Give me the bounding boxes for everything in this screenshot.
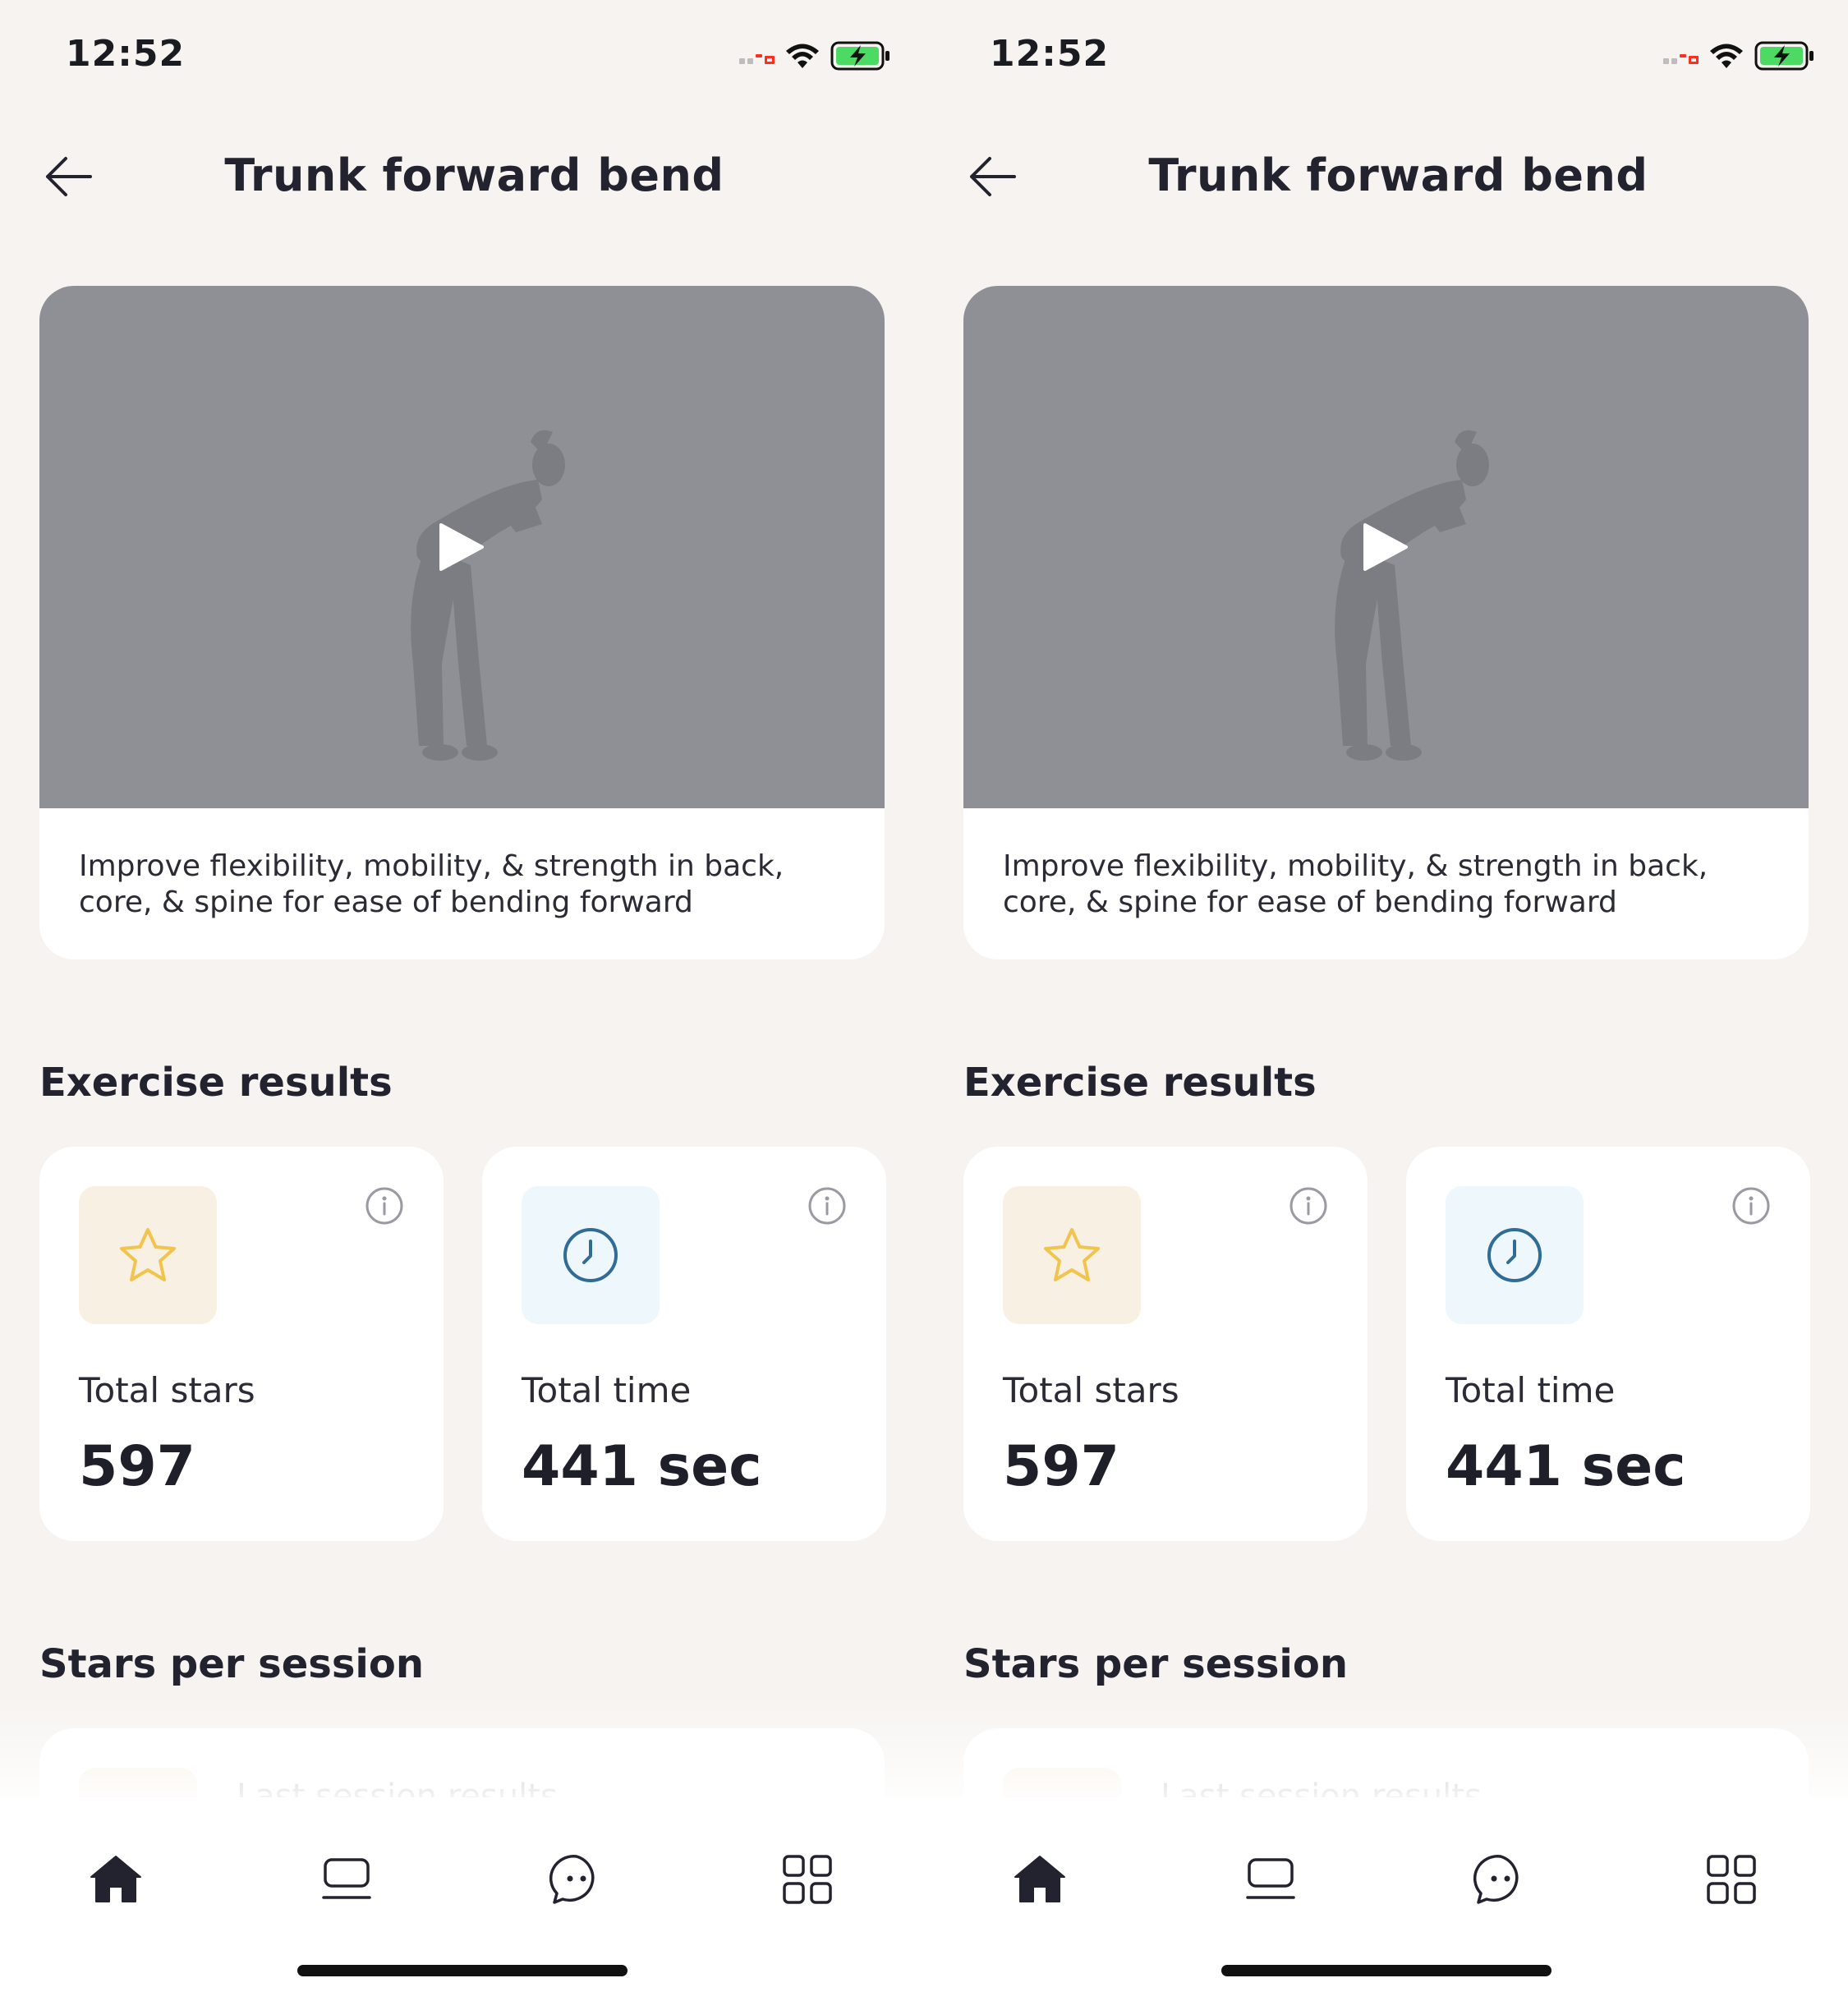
play-icon[interactable] <box>438 522 485 573</box>
status-time: 12:52 <box>66 33 186 75</box>
battery-charging-icon <box>830 41 890 71</box>
header-bar: Trunk forward bend <box>0 131 924 222</box>
grid-icon <box>1707 1855 1756 1904</box>
total-stars-label: Total stars <box>79 1370 255 1410</box>
grid-icon <box>783 1855 832 1904</box>
info-button-time[interactable] <box>1731 1186 1771 1226</box>
scroll-fade <box>924 1692 1848 1799</box>
exercise-results-title: Exercise results <box>39 1060 393 1106</box>
play-icon[interactable] <box>1362 522 1409 573</box>
star-icon <box>1044 1228 1100 1281</box>
home-indicator <box>297 1965 627 1976</box>
star-icon-box <box>1003 1186 1141 1324</box>
exercise-video-card: Improve flexibility, mobility, & strengt… <box>963 286 1809 959</box>
page-title: Trunk forward bend <box>1148 150 1648 201</box>
phone-screen-right: 12:52 Trunk forward bend Improve flexibi… <box>924 0 1848 2001</box>
clock-icon <box>1487 1228 1542 1282</box>
tab-chat[interactable] <box>1443 1830 1558 1929</box>
info-button-stars[interactable] <box>365 1186 404 1226</box>
tab-home[interactable] <box>58 1830 173 1929</box>
cellular-signal-icon <box>739 48 775 64</box>
clock-icon-box <box>522 1186 660 1324</box>
home-icon <box>1014 1856 1065 1902</box>
home-icon <box>90 1856 141 1902</box>
cellular-signal-icon <box>1663 48 1699 64</box>
total-time-label: Total time <box>1446 1370 1616 1410</box>
header-bar: Trunk forward bend <box>924 131 1848 222</box>
stars-per-session-title: Stars per session <box>963 1641 1349 1687</box>
tab-devices[interactable] <box>289 1830 404 1929</box>
total-stars-card: Total stars 597 <box>39 1147 444 1541</box>
scroll-fade <box>0 1692 924 1799</box>
info-icon <box>1732 1187 1770 1225</box>
info-button-stars[interactable] <box>1289 1186 1328 1226</box>
total-time-label: Total time <box>522 1370 692 1410</box>
total-stars-value: 597 <box>1003 1434 1119 1499</box>
exercise-description: Improve flexibility, mobility, & strengt… <box>1003 849 1708 919</box>
info-button-time[interactable] <box>807 1186 847 1226</box>
total-time-card: Total time 441 sec <box>1406 1147 1810 1541</box>
info-icon <box>808 1187 846 1225</box>
exercise-video-card: Improve flexibility, mobility, & strengt… <box>39 286 885 959</box>
exercise-results-title: Exercise results <box>963 1060 1317 1106</box>
status-icons <box>1663 39 1815 72</box>
star-icon <box>120 1228 176 1281</box>
total-stars-label: Total stars <box>1003 1370 1179 1410</box>
stars-per-session-title: Stars per session <box>39 1641 425 1687</box>
total-time-value: 441 sec <box>522 1434 762 1499</box>
status-time: 12:52 <box>990 33 1110 75</box>
battery-charging-icon <box>1754 41 1814 71</box>
tab-menu[interactable] <box>1674 1830 1789 1929</box>
status-icons <box>739 39 891 72</box>
info-icon <box>1289 1187 1327 1225</box>
laptop-icon <box>322 1858 371 1899</box>
total-time-card: Total time 441 sec <box>482 1147 886 1541</box>
video-player[interactable] <box>963 286 1809 808</box>
info-icon <box>365 1187 403 1225</box>
total-stars-card: Total stars 597 <box>963 1147 1368 1541</box>
home-indicator <box>1221 1965 1551 1976</box>
tab-home[interactable] <box>982 1830 1097 1929</box>
tab-menu[interactable] <box>750 1830 865 1929</box>
total-time-value: 441 sec <box>1446 1434 1686 1499</box>
phone-screen-left: 12:52 Trunk forward bend Improve flexibi… <box>0 0 924 2001</box>
total-stars-value: 597 <box>79 1434 195 1499</box>
chat-icon <box>549 1855 595 1904</box>
page-title: Trunk forward bend <box>224 150 724 201</box>
tab-devices[interactable] <box>1213 1830 1328 1929</box>
clock-icon <box>563 1228 618 1282</box>
wifi-icon <box>1710 44 1743 68</box>
video-player[interactable] <box>39 286 885 808</box>
exercise-description: Improve flexibility, mobility, & strengt… <box>79 849 784 919</box>
laptop-icon <box>1246 1858 1295 1899</box>
wifi-icon <box>786 44 819 68</box>
clock-icon-box <box>1446 1186 1584 1324</box>
chat-icon <box>1473 1855 1519 1904</box>
star-icon-box <box>79 1186 217 1324</box>
tab-chat[interactable] <box>519 1830 634 1929</box>
